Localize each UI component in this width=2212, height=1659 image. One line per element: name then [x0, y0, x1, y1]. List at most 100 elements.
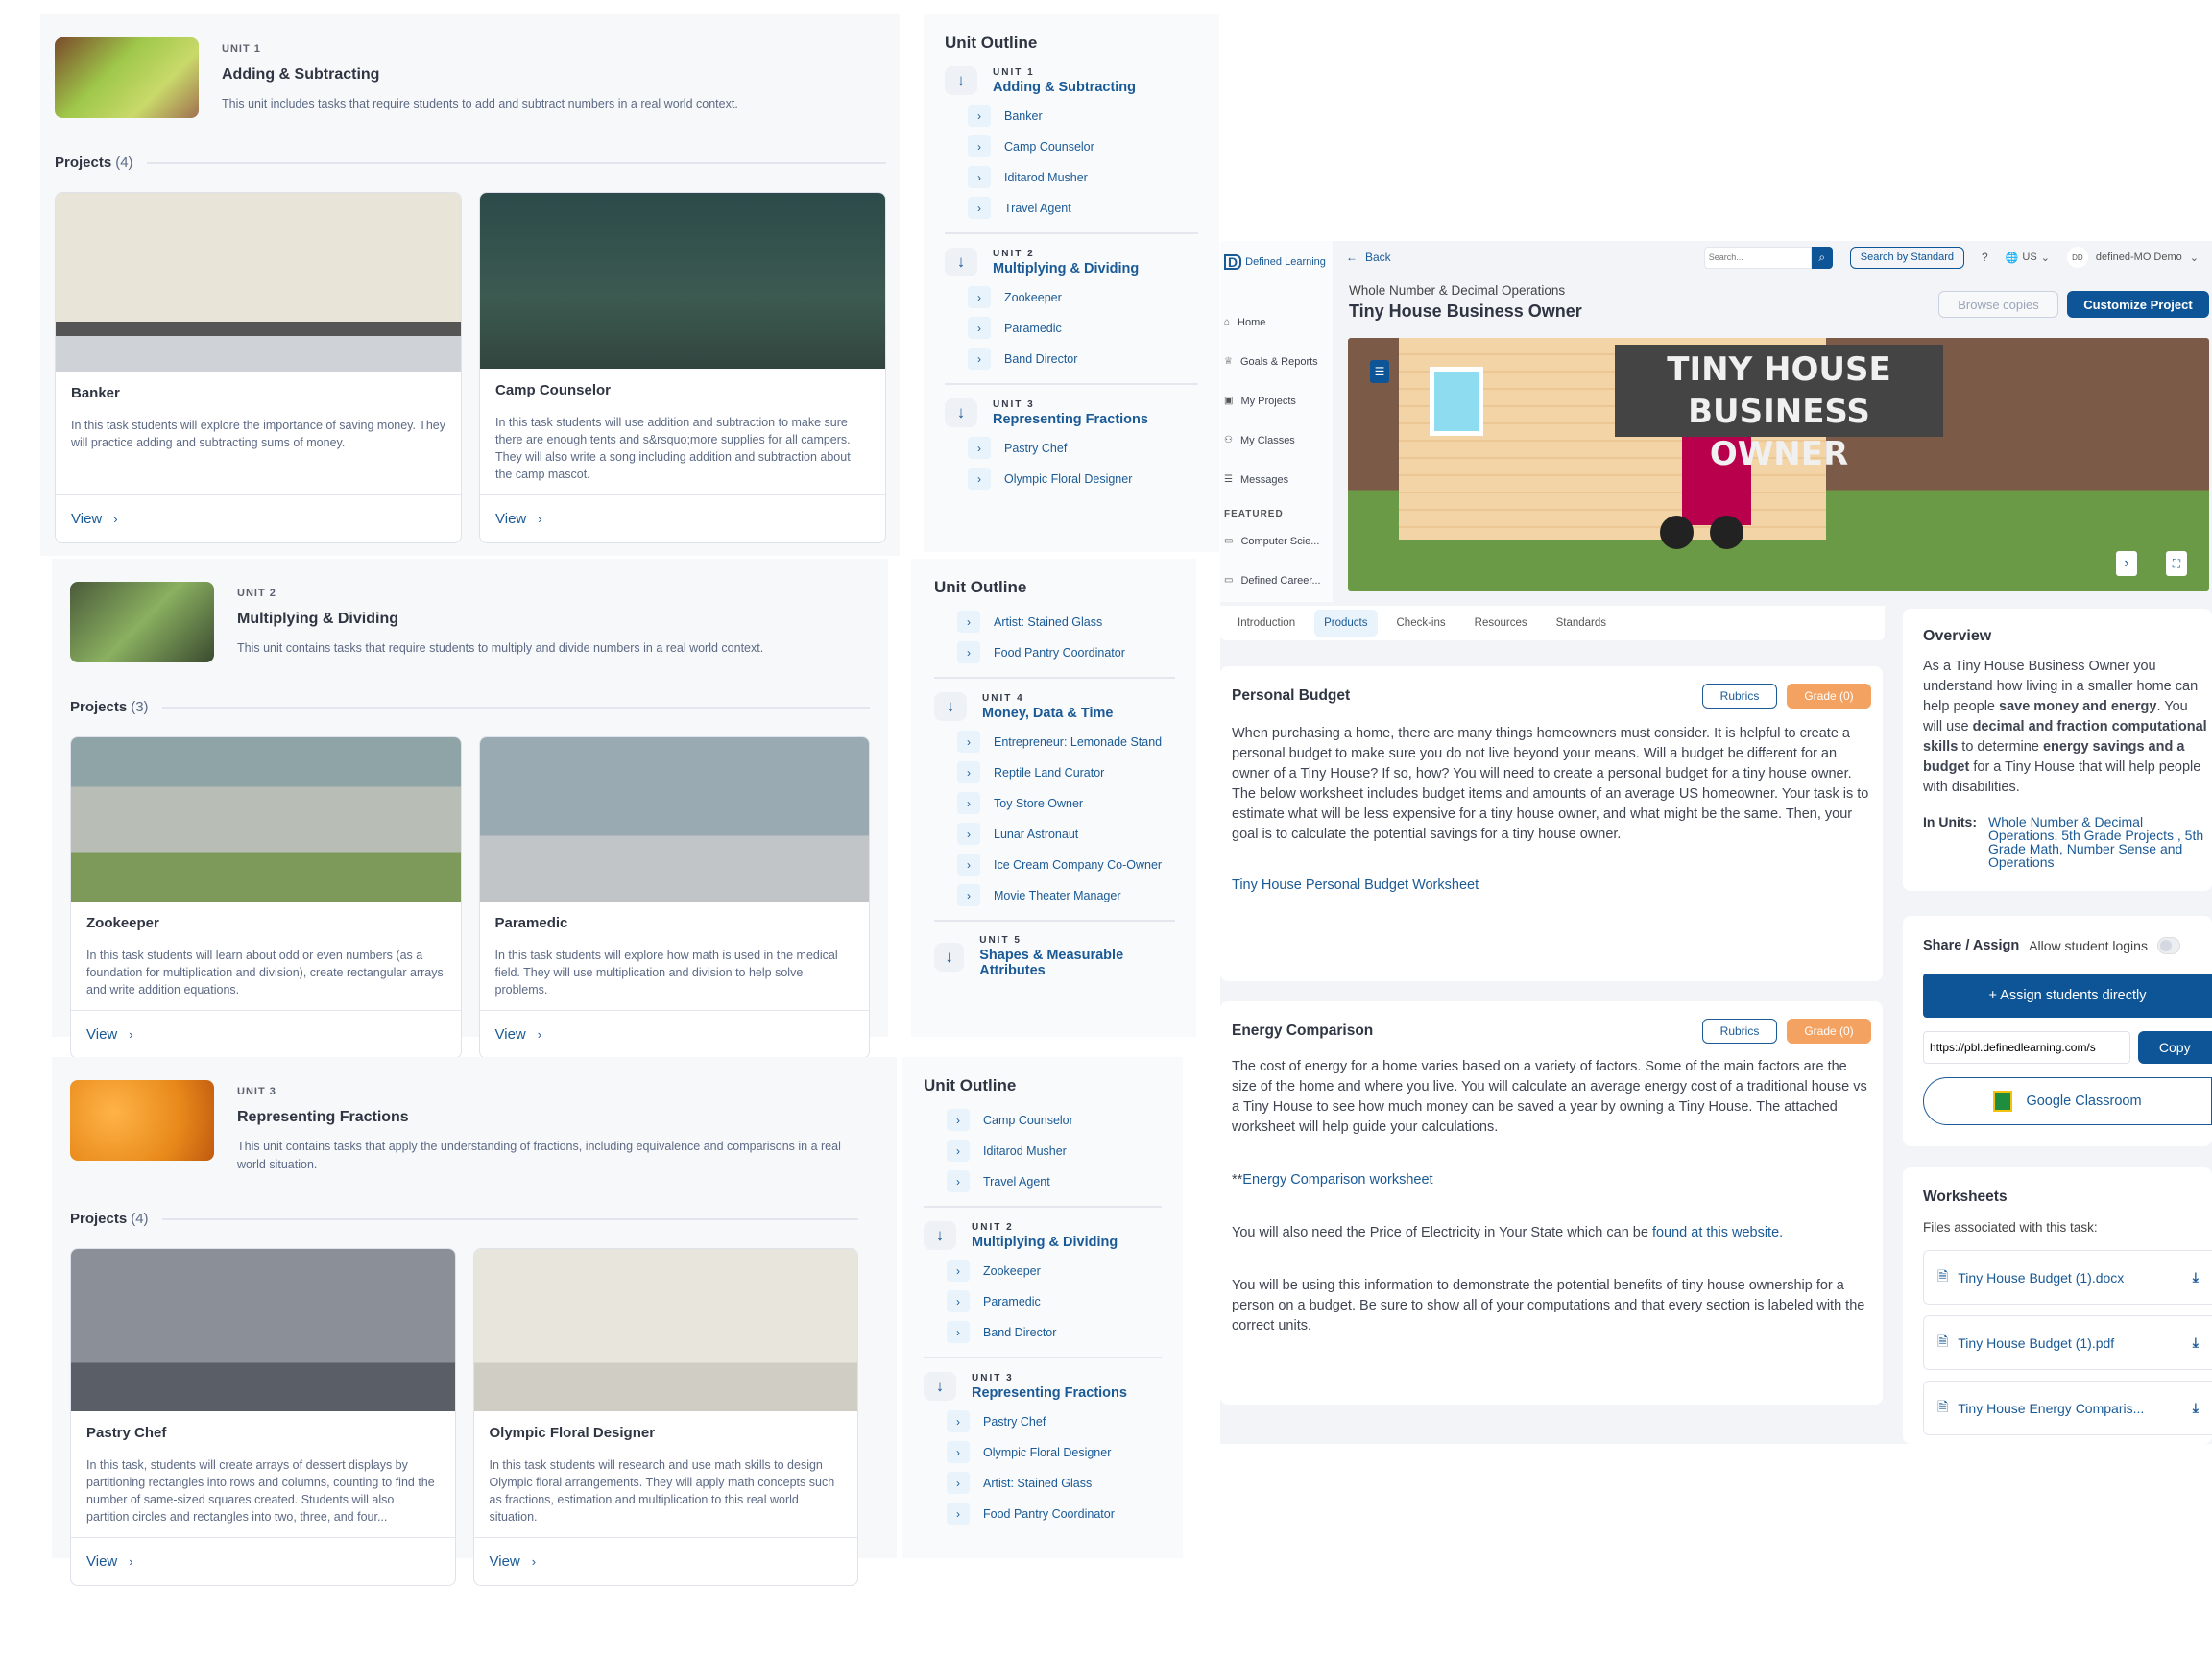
download-icon[interactable]: ⤓	[2193, 1334, 2199, 1351]
tab-products[interactable]: Products	[1314, 610, 1378, 637]
assign-students-button[interactable]: + Assign students directly	[1923, 974, 2212, 1018]
rubrics-button[interactable]: Rubrics	[1702, 684, 1777, 709]
search-icon[interactable]: ⌕	[1811, 246, 1833, 269]
worksheet-file[interactable]: 🗎 Tiny House Energy Comparis... ⤓	[1923, 1381, 2212, 1435]
share-url-field[interactable]	[1923, 1031, 2130, 1064]
outline-project-link[interactable]: › Band Director	[947, 1321, 1162, 1343]
outline-project-link[interactable]: › Band Director	[968, 348, 1198, 370]
region-selector[interactable]: 🌐 US ⌄	[2006, 252, 2050, 264]
view-link[interactable]: View ›	[479, 1010, 869, 1058]
outline-unit[interactable]: ↓ UNIT 2 Multiplying & Dividing	[924, 1221, 1162, 1250]
project-card[interactable]: Banker In this task students will explore…	[55, 192, 462, 543]
view-link[interactable]: View ›	[56, 494, 461, 542]
tab-check-ins[interactable]: Check-ins	[1387, 610, 1455, 637]
in-units-links[interactable]: Whole Number & Decimal Operations, 5th G…	[1988, 815, 2212, 869]
arrow-down-icon[interactable]: ↓	[924, 1372, 956, 1401]
arrow-down-icon[interactable]: ↓	[945, 398, 977, 427]
outline-project-link[interactable]: › Iditarod Musher	[968, 166, 1198, 188]
arrow-down-icon[interactable]: ↓	[934, 692, 967, 721]
project-card[interactable]: Paramedic In this task students will expl…	[478, 736, 870, 1059]
arrow-down-icon[interactable]: ↓	[924, 1221, 956, 1250]
outline-unit[interactable]: ↓ UNIT 2 Multiplying & Dividing	[945, 248, 1198, 276]
outline-unit[interactable]: ↓ UNIT 3 Representing Fractions	[945, 398, 1198, 427]
logo[interactable]: D Defined Learning	[1224, 254, 1329, 270]
worksheet-link[interactable]: Tiny House Personal Budget Worksheet	[1232, 878, 1871, 893]
outline-project-link[interactable]: › Travel Agent	[968, 197, 1198, 219]
view-link[interactable]: View ›	[71, 1010, 461, 1058]
arrow-down-icon[interactable]: ↓	[934, 942, 965, 972]
outline-project-link[interactable]: › Entrepreneur: Lemonade Stand	[957, 731, 1175, 753]
hero-video[interactable]: TINY HOUSE BUSINESS OWNER ☰ › ⛶	[1348, 338, 2209, 591]
arrow-down-icon[interactable]: ↓	[945, 66, 977, 95]
outline-project-link[interactable]: › Artist: Stained Glass	[957, 611, 1175, 633]
outline-project-link[interactable]: › Food Pantry Coordinator	[957, 641, 1175, 663]
next-slide-button[interactable]: ›	[2116, 551, 2137, 576]
view-link[interactable]: View ›	[480, 494, 885, 542]
outline-project-link[interactable]: › Travel Agent	[947, 1170, 1162, 1192]
search-input[interactable]	[1703, 246, 1812, 269]
project-card[interactable]: Camp Counselor In this task students will…	[479, 192, 886, 543]
outline-unit[interactable]: ↓ UNIT 3 Representing Fractions	[924, 1372, 1162, 1401]
outline-project-link[interactable]: › Paramedic	[968, 317, 1198, 339]
worksheet-file[interactable]: 🗎 Tiny House Budget (1).docx ⤓	[1923, 1250, 2212, 1305]
sidebar-item-home[interactable]: ⌂ Home	[1224, 302, 1329, 342]
sidebar-item-messages[interactable]: ☰ Messages	[1224, 460, 1329, 499]
tab-resources[interactable]: Resources	[1465, 610, 1537, 637]
arrow-down-icon[interactable]: ↓	[945, 248, 977, 276]
tab-introduction[interactable]: Introduction	[1228, 610, 1305, 637]
outline-project-link[interactable]: › Zookeeper	[947, 1260, 1162, 1282]
grade-button[interactable]: Grade (0)	[1787, 684, 1871, 709]
download-icon[interactable]: ⤓	[2193, 1400, 2199, 1416]
electricity-price-link[interactable]: found at this website.	[1652, 1225, 1783, 1240]
project-card[interactable]: Olympic Floral Designer In this task stud…	[472, 1248, 858, 1586]
browse-copies-button[interactable]: Browse copies	[1938, 291, 2058, 318]
sidebar-featured-item[interactable]: ▭ Defined Career...	[1224, 561, 1329, 600]
menu-icon[interactable]: ☰	[1370, 360, 1389, 383]
outline-unit[interactable]: ↓ UNIT 1 Adding & Subtracting	[945, 66, 1198, 95]
outline-unit[interactable]: ↓ UNIT 5 Shapes & Measurable Attributes	[934, 935, 1175, 978]
download-icon[interactable]: ⤓	[2193, 1269, 2199, 1286]
allow-logins-toggle[interactable]	[2156, 937, 2180, 954]
outline-project-link[interactable]: › Zookeeper	[968, 286, 1198, 308]
sidebar-item-my-classes[interactable]: ⚇ My Classes	[1224, 421, 1329, 460]
outline-project-link[interactable]: › Toy Store Owner	[957, 792, 1175, 814]
view-link[interactable]: View ›	[71, 1537, 455, 1585]
outline-unit[interactable]: ↓ UNIT 4 Money, Data & Time	[934, 692, 1175, 721]
outline-project-link[interactable]: › Olympic Floral Designer	[947, 1441, 1162, 1463]
help-icon[interactable]: ?	[1982, 251, 1988, 264]
sidebar-item-my-projects[interactable]: ▣ My Projects	[1224, 381, 1329, 421]
user-menu[interactable]: DD defined-MO Demo ⌄	[2066, 247, 2199, 268]
fullscreen-icon[interactable]: ⛶	[2166, 551, 2187, 576]
outline-project-link[interactable]: › Olympic Floral Designer	[968, 468, 1198, 490]
customize-project-button[interactable]: Customize Project	[2067, 291, 2209, 318]
search-by-standard-button[interactable]: Search by Standard	[1849, 246, 1965, 269]
tab-standards[interactable]: Standards	[1547, 610, 1616, 637]
breadcrumb[interactable]: Whole Number & Decimal Operations	[1349, 283, 1582, 298]
grade-button[interactable]: Grade (0)	[1787, 1019, 1871, 1044]
project-card[interactable]: Zookeeper In this task students will lear…	[70, 736, 462, 1059]
outline-project-link[interactable]: › Camp Counselor	[968, 135, 1198, 157]
outline-project-link[interactable]: › Camp Counselor	[947, 1109, 1162, 1131]
worksheet-file[interactable]: 🗎 Tiny House Budget (1).pdf ⤓	[1923, 1315, 2212, 1370]
google-classroom-button[interactable]: Google Classroom	[1923, 1077, 2212, 1125]
view-link[interactable]: View ›	[473, 1537, 857, 1585]
outline-project-link[interactable]: › Movie Theater Manager	[957, 884, 1175, 906]
energy-worksheet-link[interactable]: Energy Comparison worksheet	[1242, 1172, 1432, 1188]
project-card[interactable]: Pastry Chef In this task, students will c…	[70, 1248, 456, 1586]
sidebar-featured-item[interactable]: ▭ Computer Scie...	[1224, 521, 1329, 561]
outline-project-link[interactable]: › Paramedic	[947, 1290, 1162, 1312]
outline-project-link[interactable]: › Ice Cream Company Co-Owner	[957, 854, 1175, 876]
outline-project-link[interactable]: › Lunar Astronaut	[957, 823, 1175, 845]
sidebar-item-goals-reports[interactable]: ♕ Goals & Reports	[1224, 342, 1329, 381]
outline-project-link[interactable]: › Artist: Stained Glass	[947, 1472, 1162, 1494]
project-description: In this task students will explore the i…	[71, 419, 446, 449]
outline-project-link[interactable]: › Banker	[968, 105, 1198, 127]
outline-project-link[interactable]: › Reptile Land Curator	[957, 761, 1175, 783]
rubrics-button[interactable]: Rubrics	[1702, 1019, 1777, 1044]
outline-project-link[interactable]: › Iditarod Musher	[947, 1140, 1162, 1162]
copy-button[interactable]: Copy	[2137, 1031, 2212, 1064]
back-link[interactable]: ← Back	[1346, 251, 1391, 264]
outline-project-link[interactable]: › Food Pantry Coordinator	[947, 1503, 1162, 1525]
outline-project-link[interactable]: › Pastry Chef	[947, 1410, 1162, 1432]
outline-project-link[interactable]: › Pastry Chef	[968, 437, 1198, 459]
